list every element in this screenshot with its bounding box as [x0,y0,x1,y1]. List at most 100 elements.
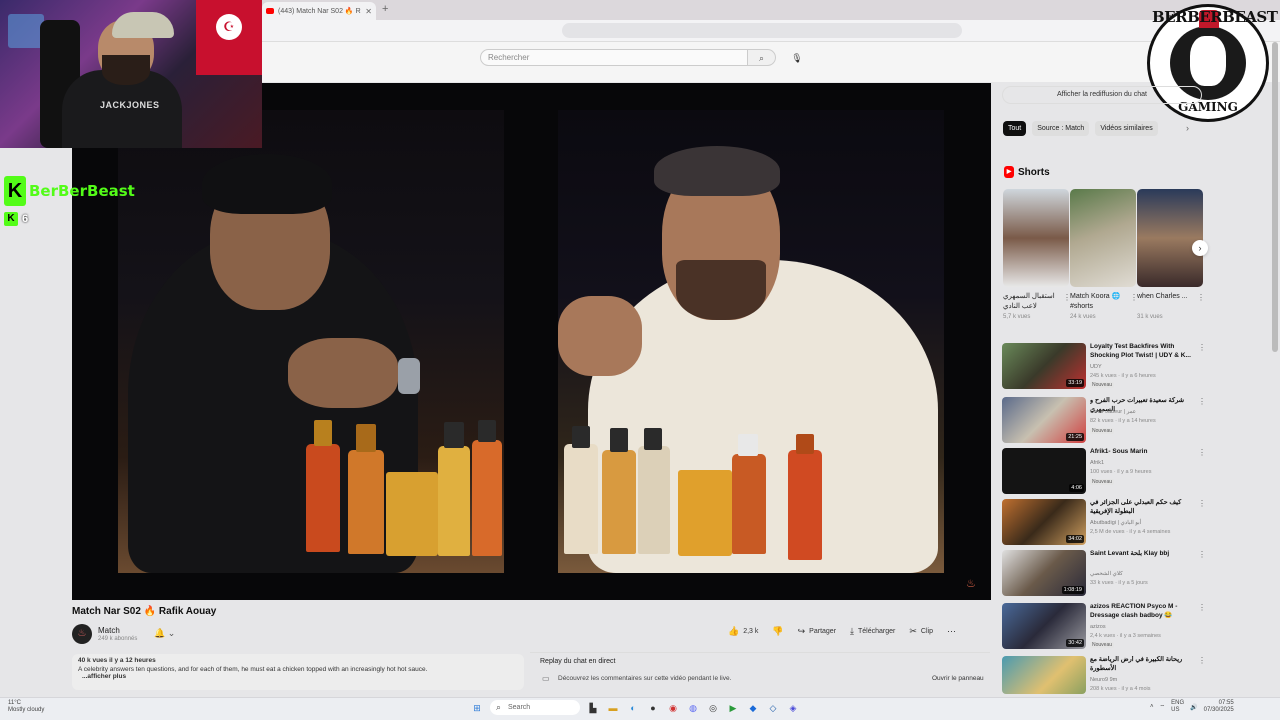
duration-badge: 33:19 [1066,379,1084,387]
short-card[interactable]: استقبال السمهري لاعب النادي 5,7 k vues ⋮ [1003,189,1071,320]
channel-name[interactable]: Afrik1 [1090,460,1104,466]
recommended-video[interactable]: 30:42 azizos REACTION Psyco M - Dressage… [1002,603,1206,651]
video-title[interactable]: كيف حكم العبدلي على الجزائر في البطولة ا… [1090,499,1196,516]
short-thumbnail[interactable] [1003,189,1069,287]
edge-icon[interactable]: ◐ [626,701,640,715]
weather-widget[interactable]: 11°C Mostly cloudy [8,700,44,714]
video-title[interactable]: ريحانة الكبيرة في أرض الرياضة مع الأسطور… [1090,656,1196,673]
recommended-video[interactable]: 34:02 كيف حكم العبدلي على الجزائر في الب… [1002,499,1206,547]
obs-icon[interactable]: ◎ [706,701,720,715]
more-vertical-icon[interactable]: ⋮ [1198,603,1206,612]
recommended-video[interactable]: 21:25 شركة سعيدة تعبيرات حرب الفرح و الس… [1002,397,1206,445]
channel-name[interactable]: كلاي الشخصي [1090,571,1123,577]
clip-button[interactable]: ✂ Clip [909,626,933,637]
page-scrollbar[interactable] [1272,42,1278,352]
chip-all[interactable]: Tout [1003,121,1027,136]
wifi-icon[interactable]: ⌔ [1160,703,1166,711]
video-title[interactable]: azizos REACTION Psyco M - Dressage clash… [1090,603,1196,620]
chrome-icon[interactable]: ◉ [666,701,680,715]
channel-name[interactable]: Neuro9 9m [1090,677,1117,683]
more-vertical-icon[interactable]: ⋮ [1197,293,1205,302]
chevron-right-icon[interactable]: › [1186,123,1189,133]
steam-icon[interactable]: ● [646,701,660,715]
chip-similar[interactable]: Vidéos similaires [1095,121,1158,136]
recommended-video[interactable]: 4:06 Afrik1- Sous Marin Afrik1 100 vues … [1002,448,1206,496]
new-tab-button[interactable]: + [382,3,388,15]
logo-top-text: BERBERBEAST [1152,8,1278,26]
more-actions-button[interactable]: ⋯ [947,626,956,637]
video-title[interactable]: Afrik1- Sous Marin [1090,448,1196,457]
recommended-video[interactable]: 1:08:19 Saint Levant بلحة Klay bbj كلاي … [1002,550,1206,598]
video-title[interactable]: Loyalty Test Backfires With Shocking Plo… [1090,343,1196,360]
short-thumbnail[interactable] [1137,189,1203,287]
tab-close-icon[interactable]: ✕ [365,7,372,16]
short-title[interactable]: when Charles ... [1137,292,1203,312]
share-button[interactable]: ↪ Partager [798,626,836,637]
video-thumbnail[interactable]: 30:42 [1002,603,1086,649]
download-button[interactable]: ⤓ Télécharger [850,626,895,637]
chevron-up-icon[interactable]: ˄ [1150,704,1154,710]
show-chat-replay-button[interactable]: Afficher la rediffusion du chat [1002,86,1202,104]
kick-small-icon: K [4,212,18,226]
video-thumbnail[interactable] [1002,656,1086,694]
input-language[interactable]: ENG US [1171,700,1184,714]
streamer-webcam: ☪ JACKJONES [0,0,262,148]
short-title[interactable]: Match Koora 🌐 #shorts [1070,292,1136,312]
video-thumbnail[interactable]: 4:06 [1002,448,1086,494]
url-field[interactable] [562,23,962,38]
short-card[interactable]: Match Koora 🌐 #shorts 24 k vues ⋮ [1070,189,1138,320]
channel-name[interactable]: Match [98,626,120,635]
task-view-icon[interactable]: ▙ [586,701,600,715]
viewer-count-badge: K 6 [4,212,28,226]
notification-bell-icon[interactable]: 🔔 ⌄ [154,628,175,639]
video-actions: 👍 2,3 k 👎 ↪ Partager ⤓ Télécharger ✂ Clip ⋯ [728,626,956,637]
search-button[interactable]: ⌕ [748,49,776,66]
shorts-next-button[interactable]: › [1192,240,1208,256]
channel-name[interactable]: azizos [1090,624,1106,630]
short-thumbnail[interactable] [1070,189,1136,287]
recommended-video[interactable]: ريحانة الكبيرة في أرض الرياضة مع الأسطور… [1002,656,1206,696]
app-icon[interactable]: ◇ [766,701,780,715]
windows-start-icon[interactable]: ⊞ [470,701,484,715]
channel-name[interactable]: UDY [1090,364,1102,370]
short-views: 5,7 k vues [1003,314,1031,320]
video-thumbnail[interactable]: 33:19 [1002,343,1086,389]
clock[interactable]: 07:55 07/30/2025 [1204,700,1234,714]
short-card[interactable]: when Charles ... 31 k vues ⋮ [1137,189,1205,320]
voice-search-button[interactable]: 🎙 [789,50,805,66]
video-title[interactable]: Saint Levant بلحة Klay bbj [1090,550,1196,559]
video-right-panel [558,110,944,573]
video-thumbnail[interactable]: 34:02 [1002,499,1086,545]
like-button[interactable]: 👍 2,3 k [728,626,758,637]
browser-icon[interactable]: ◈ [786,701,800,715]
taskbar-search[interactable]: Search [490,700,580,715]
browser-tab[interactable]: (443) Match Nar S02 🔥 R ✕ [262,2,376,20]
more-vertical-icon[interactable]: ⋮ [1198,397,1206,406]
more-vertical-icon[interactable]: ⋮ [1198,656,1206,665]
dislike-button[interactable]: 👎 [772,626,783,637]
file-explorer-icon[interactable]: ▬ [606,701,620,715]
more-vertical-icon[interactable]: ⋮ [1198,499,1206,508]
description-text: A celebrity answers ten questions, and f… [78,666,428,673]
language-region: US [1171,707,1180,713]
more-vertical-icon[interactable]: ⋮ [1198,343,1206,352]
video-thumbnail[interactable]: 1:08:19 [1002,550,1086,596]
volume-icon[interactable]: 🔊 [1190,704,1197,711]
channel-name[interactable]: Omar Jabeur | عمر [1090,409,1136,415]
show-more-link[interactable]: ...afficher plus [78,673,518,680]
short-title[interactable]: استقبال السمهري لاعب النادي [1003,292,1069,312]
video-thumbnail[interactable]: 21:25 [1002,397,1086,443]
vscode-icon[interactable]: ◆ [746,701,760,715]
discord-icon[interactable]: ◍ [686,701,700,715]
chip-source[interactable]: Source : Match [1032,121,1090,136]
flag-crescent-icon: ☪ [216,14,242,40]
terminal-icon[interactable]: ▶ [726,701,740,715]
channel-name[interactable]: Abutbadigi | أبو البادي [1090,520,1141,526]
channel-avatar[interactable]: ♨ [72,624,92,644]
more-vertical-icon[interactable]: ⋮ [1198,550,1206,559]
recommended-video[interactable]: 33:19 Loyalty Test Backfires With Shocki… [1002,343,1206,391]
open-panel-button[interactable]: Ouvrir le panneau [932,675,984,682]
more-vertical-icon[interactable]: ⋮ [1198,448,1206,457]
search-input[interactable]: Rechercher [480,49,748,66]
description-box[interactable]: 40 k vues il y a 12 heures A celebrity a… [72,654,524,690]
